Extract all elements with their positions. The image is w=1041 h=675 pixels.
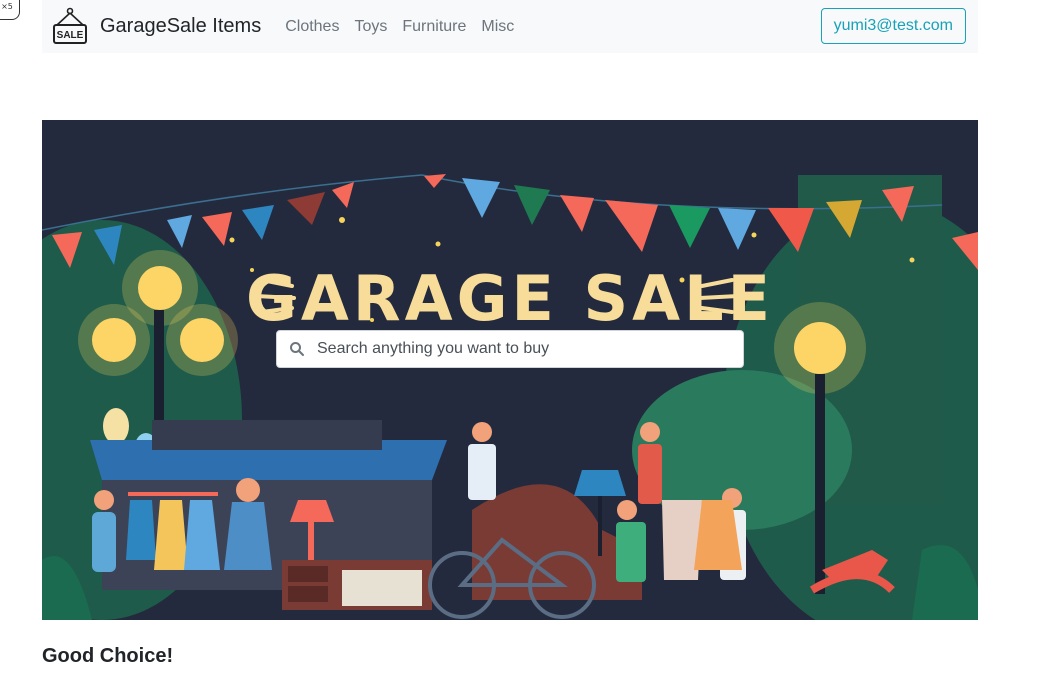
search-bar[interactable] [276,330,744,368]
top-navbar: SALE GarageSale Items Clothes Toys Furni… [42,0,978,53]
svg-text:SALE: SALE [57,30,84,41]
sale-sign-icon: SALE [53,7,87,44]
hero-banner: GARAGE SALE [42,120,978,620]
nav-link-clothes[interactable]: Clothes [285,18,339,36]
brand[interactable]: SALE GarageSale Items [52,7,261,47]
nav-link-misc[interactable]: Misc [481,18,514,36]
banner-title: GARAGE SALE [246,262,774,335]
brand-title: GarageSale Items [100,15,262,37]
corner-badge: ×5 [0,0,20,20]
nav-links: Clothes Toys Furniture Misc [285,18,529,36]
user-account-button[interactable]: yumi3@test.com [820,8,966,44]
garage-sale-illustration: GARAGE SALE [42,120,978,620]
search-input[interactable] [315,339,739,359]
search-icon [290,342,304,356]
nav-link-furniture[interactable]: Furniture [402,18,466,36]
nav-link-toys[interactable]: Toys [354,18,387,36]
section-title: Good Choice! [42,645,174,667]
